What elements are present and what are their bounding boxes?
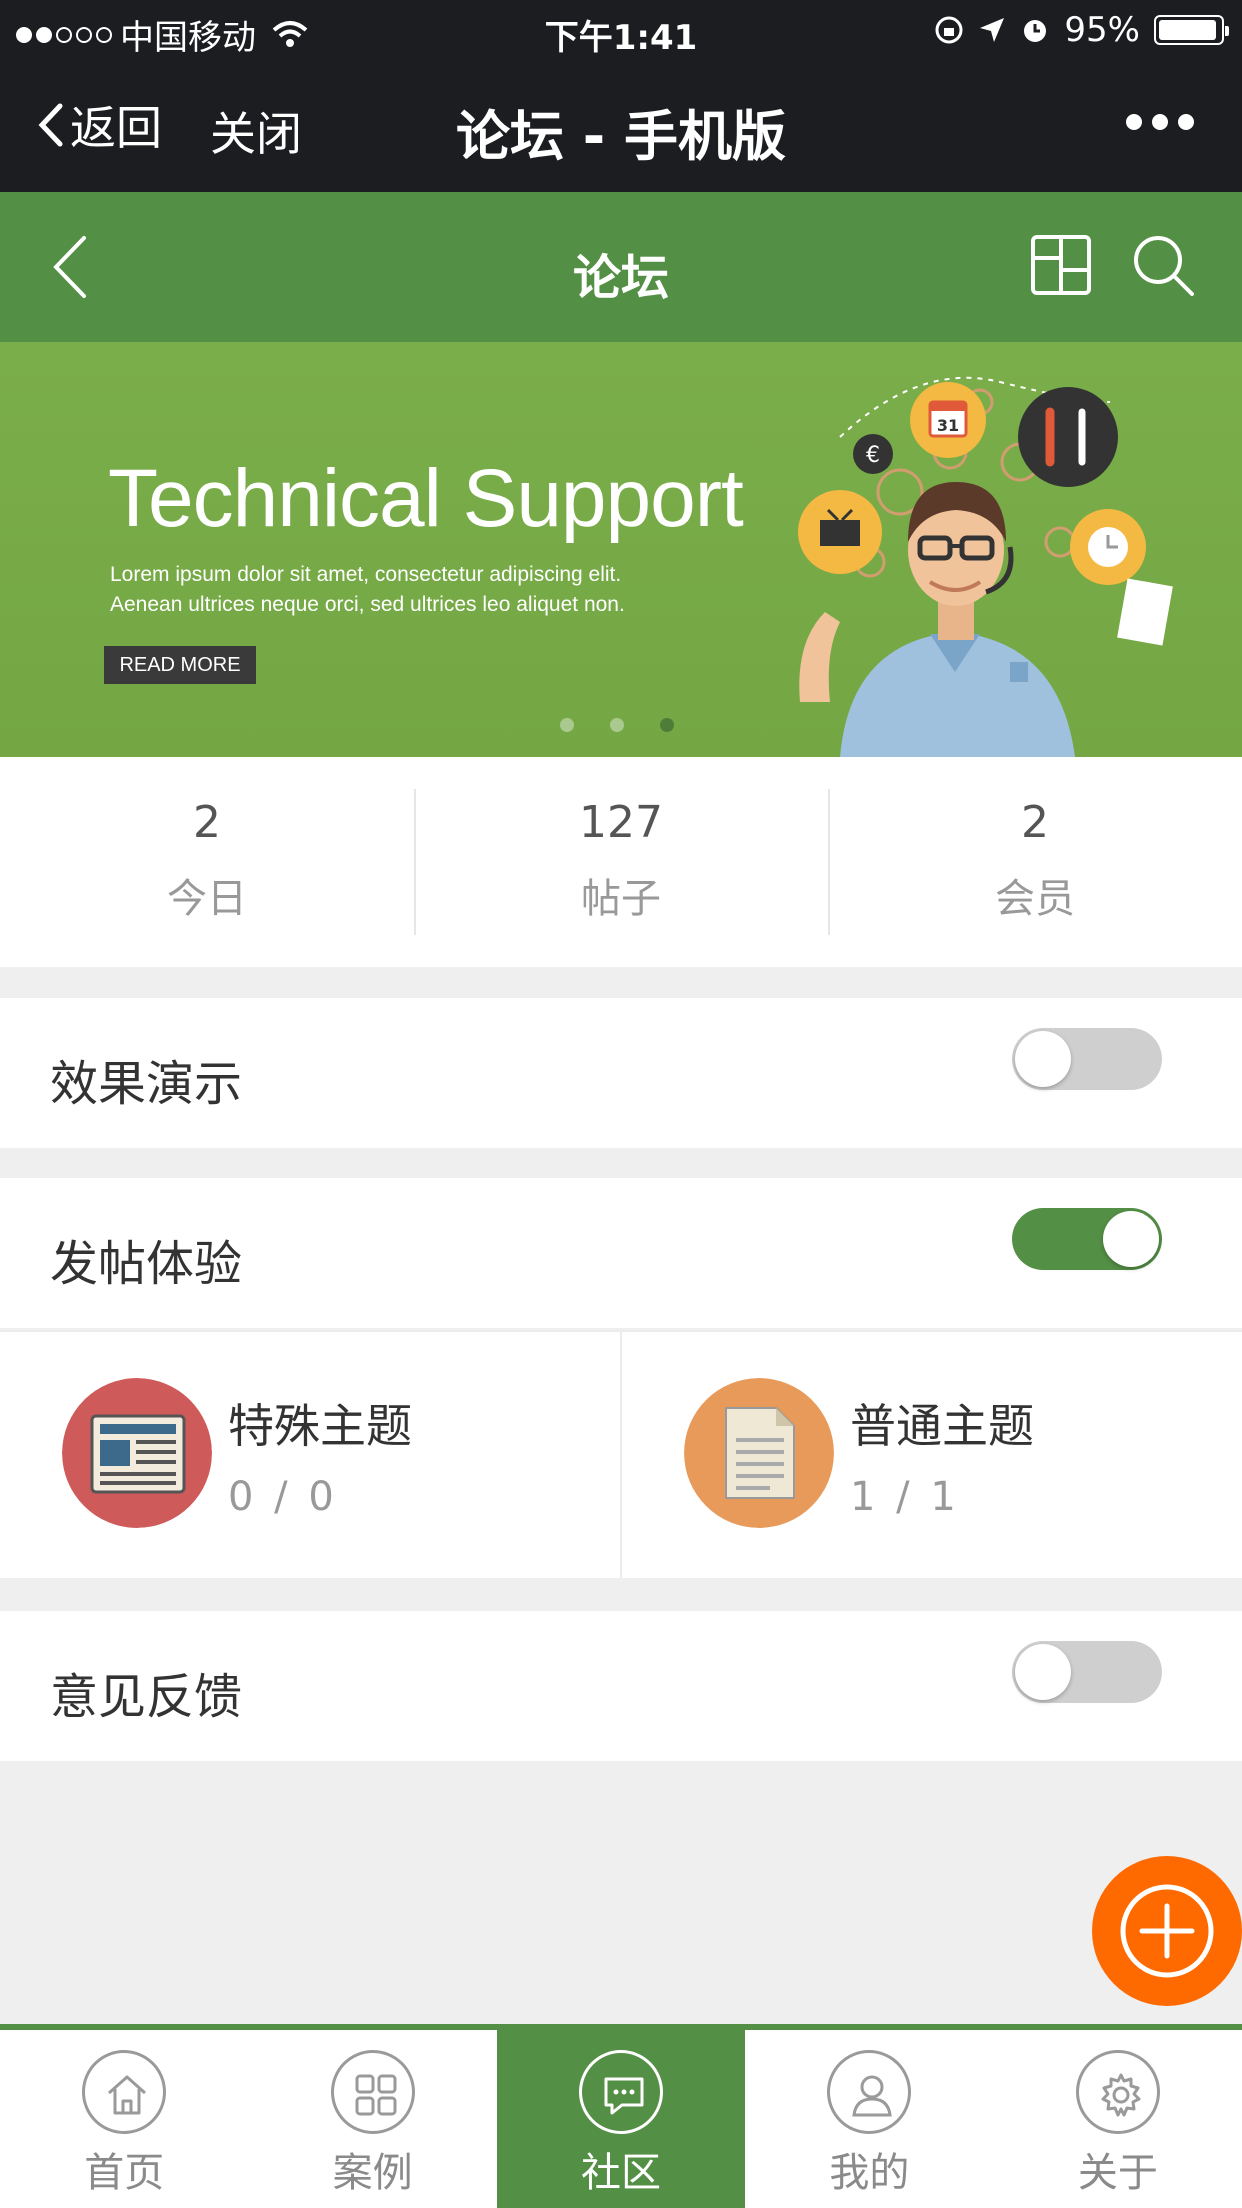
tab-about[interactable]: 关于 <box>994 2030 1242 2208</box>
toggle-knob <box>1103 1211 1159 1267</box>
tab-home[interactable]: 首页 <box>0 2030 248 2208</box>
tab-label: 我的 <box>829 2150 910 2196</box>
layout-grid-icon[interactable] <box>1030 234 1092 296</box>
topic-title: 普通主题 <box>850 1399 1034 1453</box>
chat-icon <box>579 2050 664 2134</box>
carousel-indicator <box>560 718 674 732</box>
calendar-day: 31 <box>937 416 959 435</box>
home-icon <box>82 2050 167 2134</box>
stat-label: 会员 <box>995 876 1075 922</box>
battery-fill <box>1159 20 1216 40</box>
tab-label: 社区 <box>581 2150 662 2196</box>
carousel-dot[interactable] <box>610 718 624 732</box>
status-right: 95% <box>934 10 1229 50</box>
banner-carousel[interactable]: Technical Support Lorem ipsum dolor sit … <box>0 342 1242 757</box>
banner-subtitle: Lorem ipsum dolor sit amet, consectetur … <box>110 560 670 620</box>
orientation-lock-icon <box>935 16 963 44</box>
page-title: 论坛 - 手机版 <box>455 105 786 168</box>
newspaper-icon <box>62 1378 212 1528</box>
plus-circle-icon <box>1120 1884 1214 1978</box>
stat-item: 2 会员 <box>828 757 1242 967</box>
location-icon <box>980 18 1005 42</box>
toggle-knob <box>1015 1644 1071 1700</box>
user-icon <box>827 2050 912 2134</box>
carousel-dot[interactable] <box>660 718 674 732</box>
banner-subtitle-line1: Lorem ipsum dolor sit amet, consectetur … <box>110 563 622 586</box>
topic-count: 1 / 1 <box>850 1474 960 1520</box>
banner-subtitle-line2: Aenean ultrices neque orci, sed ultrices… <box>110 593 625 616</box>
read-more-button[interactable]: READ MORE <box>104 646 256 684</box>
topic-title: 特殊主题 <box>228 1399 412 1453</box>
section-feedback[interactable]: 意见反馈 <box>0 1611 1242 1761</box>
forum-stats: 2 今日 127 帖子 2 会员 <box>0 757 1242 967</box>
new-post-button[interactable] <box>1092 1856 1242 2006</box>
battery-icon <box>1154 15 1229 45</box>
stat-value: 2 <box>1021 797 1049 848</box>
banner-title: Technical Support <box>108 453 744 544</box>
tab-community[interactable]: 社区 <box>496 2030 746 2208</box>
toggle-knob <box>1015 1031 1071 1087</box>
section-label: 发帖体验 <box>50 1236 243 1292</box>
carousel-dot[interactable] <box>560 718 574 732</box>
stat-value: 2 <box>193 797 221 848</box>
tab-mine[interactable]: 我的 <box>745 2030 993 2208</box>
stat-label: 帖子 <box>581 876 661 922</box>
topic-special[interactable]: 特殊主题 0 / 0 <box>0 1332 620 1578</box>
section-effect-demo[interactable]: 效果演示 <box>0 998 1242 1148</box>
section-toggle[interactable] <box>1012 1641 1162 1703</box>
tab-cases[interactable]: 案例 <box>248 2030 496 2208</box>
topic-normal[interactable]: 普通主题 1 / 1 <box>620 1332 1242 1578</box>
tab-label: 案例 <box>332 2150 413 2196</box>
stat-label: 今日 <box>167 876 247 922</box>
document-icon <box>684 1378 834 1528</box>
alarm-icon <box>1024 20 1047 42</box>
section-label: 效果演示 <box>50 1056 243 1112</box>
support-agent-illustration: € 31 <box>798 376 1173 757</box>
battery-percent: 95% <box>1064 10 1140 50</box>
section-posting-experience[interactable]: 发帖体验 <box>0 1178 1242 1328</box>
section-toggle[interactable] <box>1012 1028 1162 1090</box>
tab-label: 关于 <box>1077 2150 1158 2196</box>
gear-icon <box>1075 2050 1160 2134</box>
bottom-tab-bar: 首页 案例 社区 我的 关于 <box>0 2024 1242 2208</box>
status-bar: 中国移动 下午1:41 95% <box>0 0 1242 62</box>
stat-item: 127 帖子 <box>414 757 828 967</box>
svg-text:€: € <box>866 443 880 468</box>
tab-label: 首页 <box>84 2150 165 2196</box>
grid-icon <box>330 2050 415 2134</box>
stat-item: 2 今日 <box>0 757 414 967</box>
stat-value: 127 <box>579 797 663 848</box>
topic-count: 0 / 0 <box>228 1474 338 1520</box>
more-menu-icon[interactable] <box>1126 114 1194 130</box>
section-label: 意见反馈 <box>50 1669 243 1725</box>
section-toggle[interactable] <box>1012 1208 1162 1270</box>
search-icon[interactable] <box>1130 232 1196 298</box>
topic-list: 特殊主题 0 / 0 普通主题 1 / 1 <box>0 1330 1242 1578</box>
app-header: 论坛 <box>0 192 1242 342</box>
wechat-header: 返回 关闭 论坛 - 手机版 <box>0 62 1242 192</box>
